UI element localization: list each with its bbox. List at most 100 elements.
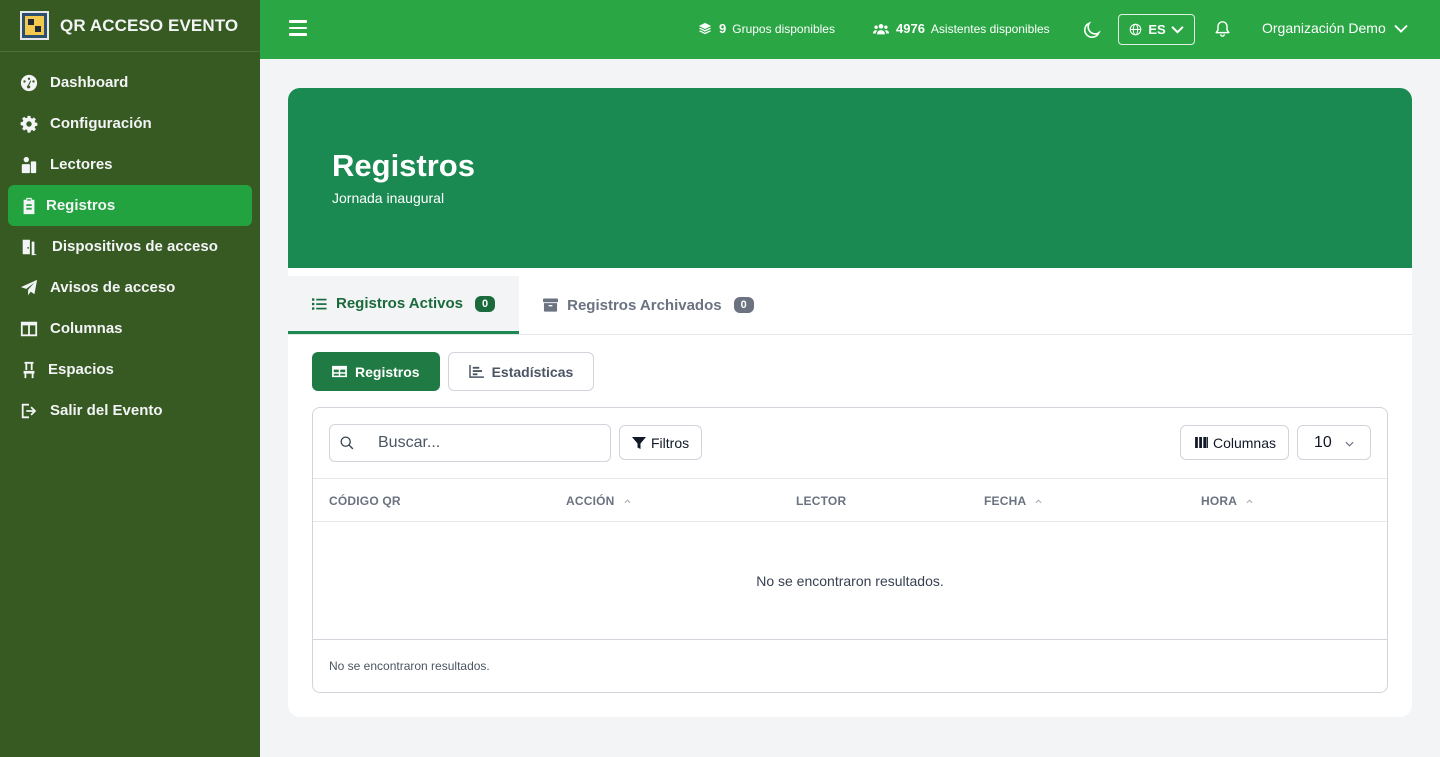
sidebar-item-label: Espacios: [48, 361, 114, 378]
sidebar-item-label: Lectores: [50, 156, 113, 173]
language-code: ES: [1148, 22, 1166, 37]
archive-icon: [543, 298, 559, 312]
column-header-accion[interactable]: ACCIÓN: [566, 494, 631, 508]
organization-name: Organización Demo: [1262, 20, 1386, 36]
language-selector[interactable]: ES: [1118, 14, 1195, 45]
page-size-value: 10: [1314, 433, 1332, 451]
paper-plane-icon: [20, 279, 38, 297]
sidebar-item-dispositivos[interactable]: Dispositivos de acceso: [8, 226, 252, 267]
layers-icon: [698, 22, 712, 36]
door-icon: [20, 238, 38, 256]
statistics-view-label: Estadísticas: [491, 363, 574, 380]
record-tabs: Registros Activos 0 Registros Archivados…: [288, 268, 1412, 335]
page-header: Registros Jornada inaugural: [288, 88, 1412, 268]
filter-icon: [632, 436, 651, 450]
column-header-hora[interactable]: HORA: [1201, 494, 1253, 508]
sidebar-item-label: Registros: [46, 197, 116, 214]
sort-up-icon: [1237, 498, 1253, 504]
filters-button[interactable]: Filtros: [619, 425, 703, 460]
attendees-count: 4976: [896, 21, 925, 36]
sidebar: QR ACCESO EVENTO Dashboard Configuración…: [0, 0, 260, 757]
columns-button[interactable]: Columnas: [1179, 425, 1289, 460]
brand[interactable]: QR ACCESO EVENTO: [0, 0, 260, 52]
page-title: Registros: [332, 148, 475, 183]
records-view-button[interactable]: Registros: [312, 352, 440, 391]
filters-label: Filtros: [651, 434, 690, 451]
globe-icon: [1129, 23, 1142, 36]
column-header-label: HORA: [1201, 494, 1238, 508]
organization-menu[interactable]: Organización Demo: [1262, 20, 1408, 36]
sidebar-item-dashboard[interactable]: Dashboard: [8, 62, 252, 103]
sort-up-icon: [615, 498, 631, 504]
groups-stat: 9 Grupos disponibles: [698, 21, 835, 36]
sidebar-item-avisos[interactable]: Avisos de acceso: [8, 267, 252, 308]
tab-label: Registros Archivados: [567, 296, 722, 314]
empty-state-text: No se encontraron resultados.: [756, 572, 944, 589]
sort-up-icon: [1026, 498, 1042, 504]
sidebar-item-columnas[interactable]: Columnas: [8, 308, 252, 349]
column-header-label: CÓDIGO QR: [329, 494, 401, 508]
table-header: CÓDIGO QR ACCIÓN LECTOR FECHA HORA: [313, 479, 1387, 522]
sidebar-nav: Dashboard Configuración Lectores Registr…: [0, 52, 260, 431]
groups-label: Grupos disponibles: [732, 21, 835, 36]
column-header-lector[interactable]: LECTOR: [796, 494, 846, 508]
sidebar-item-label: Configuración: [50, 115, 152, 132]
table-toolbar: Filtros Columnas 10: [313, 408, 1387, 479]
app-title: QR ACCESO EVENTO: [60, 15, 239, 35]
sidebar-item-configuracion[interactable]: Configuración: [8, 103, 252, 144]
gear-icon: [20, 115, 38, 133]
bell-icon[interactable]: [1214, 20, 1231, 38]
pagination-info: No se encontraron resultados.: [329, 659, 490, 673]
search-input[interactable]: [378, 434, 598, 452]
columns-label: Columnas: [1212, 434, 1276, 451]
table-body: No se encontraron resultados.: [313, 522, 1387, 640]
search-icon: [340, 436, 354, 455]
search-box: [329, 424, 611, 462]
column-header-qr[interactable]: CÓDIGO QR: [329, 494, 401, 508]
groups-count: 9: [719, 21, 727, 36]
chevron-down-icon: [1171, 23, 1184, 36]
page-size-select[interactable]: 10: [1297, 425, 1371, 460]
gauge-icon: [20, 74, 38, 92]
attendees-stat: 4976 Asistentes disponibles: [873, 21, 1050, 36]
tab-label: Registros Activos: [336, 295, 463, 312]
sidebar-item-label: Salir del Evento: [50, 402, 163, 419]
sidebar-item-label: Dispositivos de acceso: [52, 238, 218, 255]
table-footer: No se encontraron resultados.: [313, 640, 1387, 692]
sidebar-item-label: Dashboard: [50, 74, 129, 91]
column-header-label: FECHA: [984, 494, 1027, 508]
records-view-label: Registros: [355, 363, 420, 380]
columns-icon: [20, 320, 38, 338]
top-bar: 9 Grupos disponibles 4976 Asistentes dis…: [260, 0, 1440, 59]
tab-archived-records[interactable]: Registros Archivados 0: [519, 276, 778, 334]
menu-icon[interactable]: [289, 20, 307, 38]
tab-active-records[interactable]: Registros Activos 0: [288, 276, 520, 334]
sidebar-item-label: Columnas: [50, 320, 123, 337]
count-badge: 0: [474, 295, 496, 312]
readers-icon: [20, 156, 38, 174]
column-header-fecha[interactable]: FECHA: [984, 494, 1042, 508]
moon-icon[interactable]: [1082, 20, 1102, 40]
records-table: Filtros Columnas 10 CÓDIGO QR ACCIÓN LEC…: [312, 407, 1388, 693]
sidebar-item-salir[interactable]: Salir del Evento: [8, 390, 252, 431]
logout-icon: [20, 402, 38, 420]
main-card: Registros Jornada inaugural Registros Ac…: [288, 88, 1412, 717]
columns-icon: [1195, 437, 1213, 448]
page-subtitle: Jornada inaugural: [332, 190, 445, 206]
users-icon: [873, 22, 889, 36]
chart-icon: [468, 365, 484, 378]
sidebar-item-label: Avisos de acceso: [50, 279, 176, 296]
attendees-label: Asistentes disponibles: [930, 21, 1050, 36]
statistics-view-button[interactable]: Estadísticas: [447, 352, 595, 391]
sidebar-item-registros[interactable]: Registros: [8, 185, 252, 226]
chevron-down-icon: [1386, 24, 1408, 33]
sidebar-item-lectores[interactable]: Lectores: [8, 144, 252, 185]
table-icon: [332, 365, 347, 378]
column-header-label: ACCIÓN: [566, 494, 615, 508]
sidebar-item-espacios[interactable]: Espacios: [8, 349, 252, 390]
chair-icon: [20, 361, 38, 379]
count-badge: 0: [733, 297, 754, 313]
column-header-label: LECTOR: [796, 494, 847, 508]
view-switch: Registros Estadísticas: [312, 352, 602, 391]
clipboard-icon: [20, 197, 38, 215]
